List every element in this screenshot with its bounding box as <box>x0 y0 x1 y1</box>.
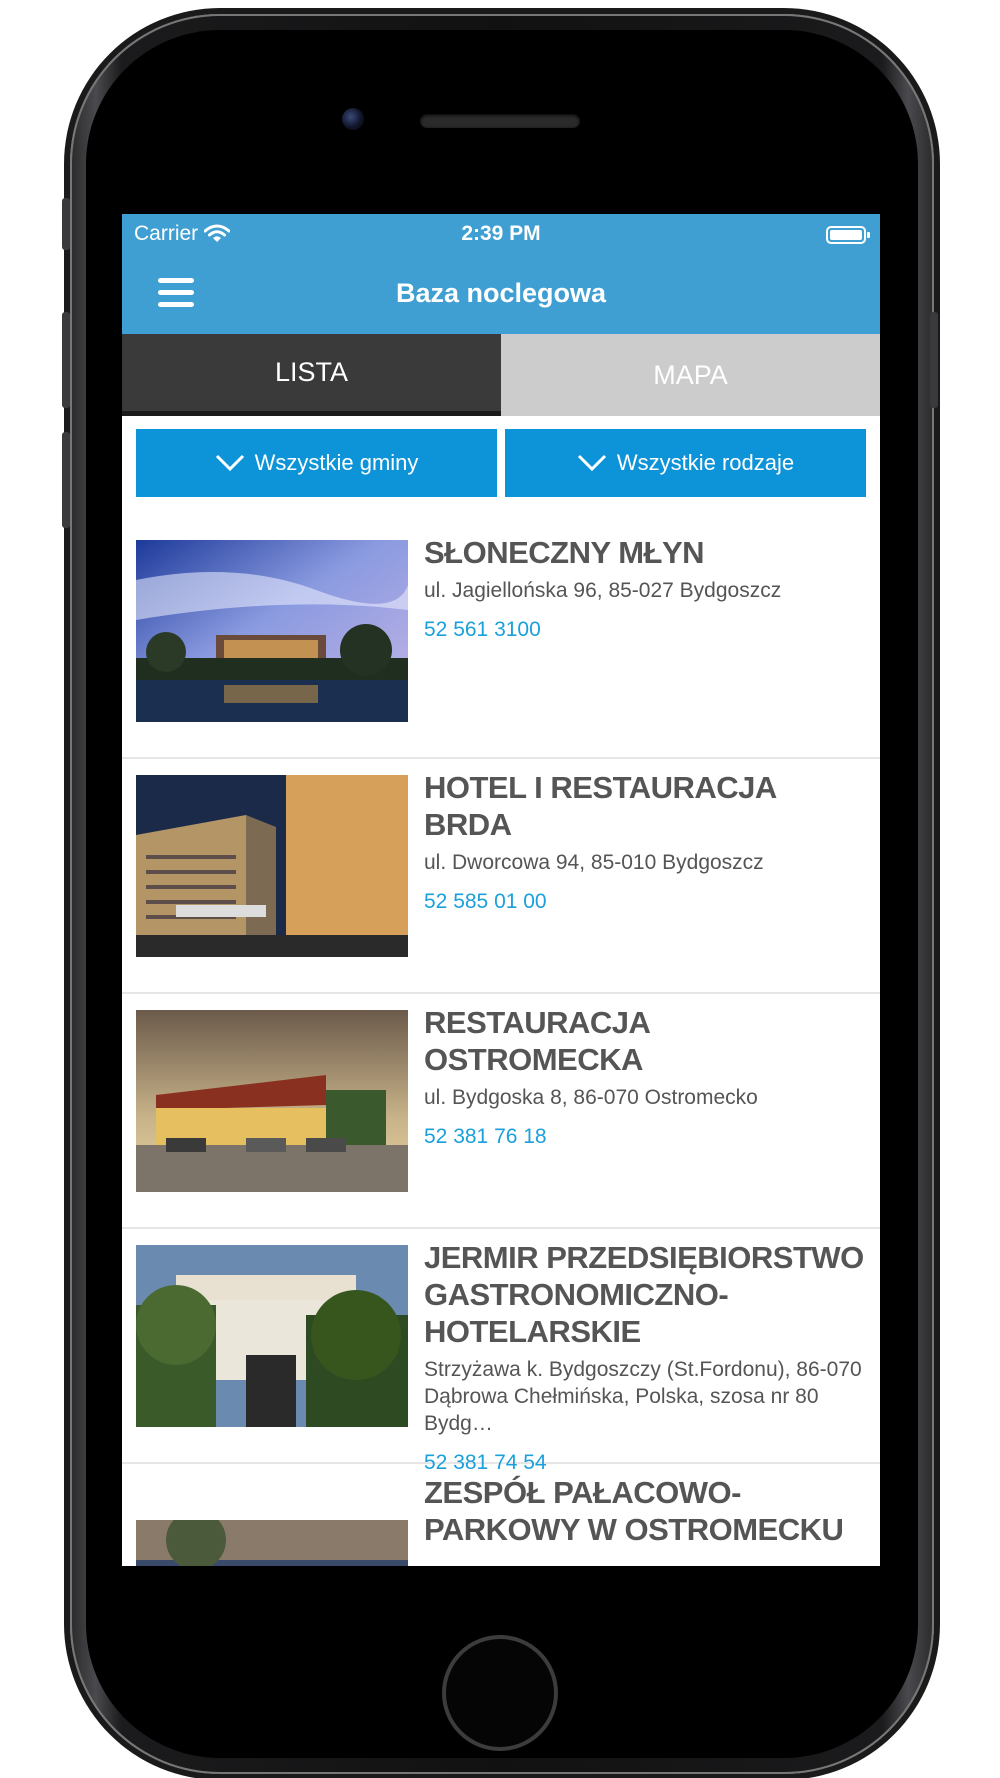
item-address: ul. Dworcowa 94, 85-010 Bydgoszcz <box>424 851 764 874</box>
list-item[interactable]: JERMIR PRZEDSIĘBIORSTWO GASTRONOMICZNO-H… <box>122 1229 880 1474</box>
item-photo <box>136 775 408 957</box>
view-tabs: LISTA MAPA <box>122 334 880 416</box>
page-title: Baza noclegowa <box>395 278 607 308</box>
type-filter-button[interactable]: Wszystkie rodzaje <box>505 429 866 497</box>
item-info: JERMIR PRZEDSIĘBIORSTWO GASTRONOMICZNO-H… <box>424 1239 870 1475</box>
power-button <box>930 312 938 408</box>
list-item[interactable]: SŁONECZNY MŁYN ul. Jagiellońska 96, 85-0… <box>122 524 880 759</box>
item-info: SŁONECZNY MŁYN ul. Jagiellońska 96, 85-0… <box>424 534 870 642</box>
item-photo <box>136 1520 408 1566</box>
item-info: RESTAURACJA OSTROMECKA ul. Bydgoska 8, 8… <box>424 1004 870 1149</box>
item-address: ul. Bydgoska 8, 86-070 Ostromecko <box>424 1086 758 1109</box>
item-phone-link[interactable]: 52 381 76 18 <box>424 1125 870 1149</box>
app-screen: Carrier 2:39 PM Baza noclegowa LISTA MAP… <box>122 214 880 1566</box>
list-item[interactable]: HOTEL I RESTAURACJA BRDA ul. Dworcowa 94… <box>122 759 880 994</box>
item-name: JERMIR PRZEDSIĘBIORSTWO GASTRONOMICZNO-H… <box>424 1240 864 1349</box>
item-photo <box>136 540 408 722</box>
item-photo <box>136 1010 408 1192</box>
item-name: RESTAURACJA OSTROMECKA <box>424 1005 650 1077</box>
item-address: Strzyżawa k. Bydgoszczy (St.Fordonu), 86… <box>424 1358 862 1435</box>
accommodation-list: SŁONECZNY MŁYN ul. Jagiellońska 96, 85-0… <box>122 524 880 1566</box>
item-address: ul. Jagiellońska 96, 85-027 Bydgoszcz <box>424 579 782 602</box>
list-item[interactable]: RESTAURACJA OSTROMECKA ul. Bydgoska 8, 8… <box>122 994 880 1229</box>
nav-bar: Baza noclegowa <box>122 254 880 334</box>
list-item[interactable]: ZESPÓŁ PAŁACOWO-PARKOWY W OSTROMECKU <box>122 1464 880 1566</box>
filter-bar: Wszystkie gminy Wszystkie rodzaje <box>136 429 866 497</box>
home-button[interactable] <box>442 1635 558 1751</box>
municipality-filter-button[interactable]: Wszystkie gminy <box>136 429 497 497</box>
item-phone-link[interactable]: 52 561 3100 <box>424 618 870 642</box>
item-name: SŁONECZNY MŁYN <box>424 535 705 570</box>
item-name: HOTEL I RESTAURACJA BRDA <box>424 770 776 842</box>
earpiece-speaker <box>420 114 580 128</box>
item-name: ZESPÓŁ PAŁACOWO-PARKOWY W OSTROMECKU <box>424 1475 844 1547</box>
mute-switch <box>62 198 70 250</box>
municipality-filter-label: Wszystkie gminy <box>254 450 419 475</box>
volume-up-button <box>62 312 70 408</box>
type-filter-label: Wszystkie rodzaje <box>616 450 795 475</box>
tab-mapa[interactable]: MAPA <box>501 334 880 416</box>
item-photo <box>136 1245 408 1427</box>
volume-down-button <box>62 432 70 528</box>
item-info: ZESPÓŁ PAŁACOWO-PARKOWY W OSTROMECKU <box>424 1474 870 1548</box>
status-bar: Carrier 2:39 PM <box>122 214 880 254</box>
status-time: 2:39 PM <box>461 222 541 245</box>
chevron-down-icon <box>215 454 244 472</box>
battery-icon <box>826 226 870 244</box>
item-info: HOTEL I RESTAURACJA BRDA ul. Dworcowa 94… <box>424 769 870 914</box>
chevron-down-icon <box>577 454 606 472</box>
tab-lista[interactable]: LISTA <box>122 334 501 416</box>
front-camera <box>342 108 364 130</box>
item-phone-link[interactable]: 52 585 01 00 <box>424 890 870 914</box>
